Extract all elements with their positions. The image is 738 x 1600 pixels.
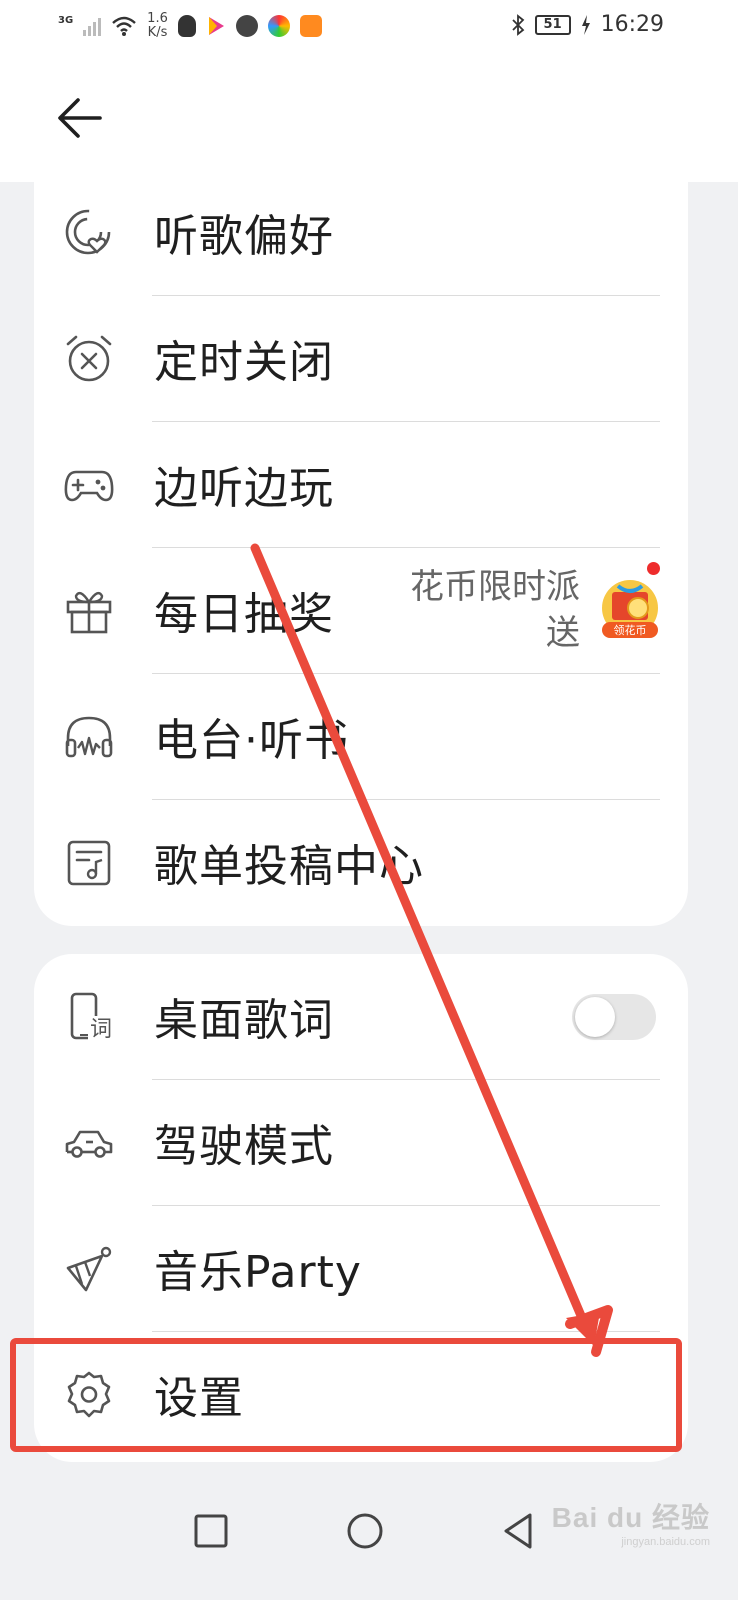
- phone-lyric-icon: 词: [70, 992, 114, 1042]
- menu-item-driving-mode[interactable]: 驾驶模式: [34, 1080, 688, 1206]
- speed-unit: K/s: [147, 25, 168, 40]
- network-type: 3G: [58, 14, 74, 26]
- speed-value: 1.6: [147, 11, 168, 26]
- browser-icon: [235, 15, 258, 37]
- signal-icon: [83, 16, 102, 36]
- status-right: 51 16:29: [511, 12, 664, 37]
- battery-level: 51: [534, 14, 571, 35]
- home-button[interactable]: [340, 1506, 390, 1556]
- circle-icon: [347, 1513, 383, 1549]
- status-bar: 3G 1.6 K/s 51 16:29: [0, 0, 738, 56]
- top-bar: 3G 1.6 K/s 51 16:29: [0, 0, 738, 182]
- clock: 16:29: [600, 12, 664, 37]
- promo-text: 花币限时派 送: [360, 564, 580, 656]
- menu-item-play-while-listening[interactable]: 边听边玩: [34, 422, 688, 548]
- watermark: Bai du 经验 jingyan.baidu.com: [552, 1496, 710, 1548]
- network-speed: 1.6 K/s: [147, 12, 168, 40]
- coin-gift-badge-icon: 领花币: [602, 580, 658, 638]
- menu-item-playlist-submission[interactable]: 歌单投稿中心: [34, 800, 688, 926]
- watermark-brand: Bai du 经验: [551, 1502, 710, 1533]
- menu-label: 驾驶模式: [154, 1121, 334, 1172]
- promo-line-2: 送: [546, 613, 580, 653]
- menu-label: 音乐Party: [154, 1247, 362, 1298]
- menu-label: 桌面歌词: [154, 995, 334, 1046]
- gamepad-icon: [64, 470, 114, 502]
- wifi-icon: [112, 16, 136, 36]
- menu-item-listening-preference[interactable]: 听歌偏好: [34, 170, 688, 296]
- menu-item-daily-lottery[interactable]: 每日抽奖 花币限时派 送 领花币: [34, 548, 688, 674]
- alarm-clock-icon: [66, 335, 112, 382]
- menu-label: 电台·听书: [154, 715, 349, 766]
- play-app-icon: [299, 15, 322, 37]
- video-app-icon: [208, 17, 224, 35]
- menu-label: 听歌偏好: [154, 211, 334, 262]
- arrow-left-icon: [58, 98, 102, 138]
- desktop-lyrics-toggle[interactable]: [572, 994, 656, 1040]
- notification-dot: [647, 562, 660, 575]
- menu-item-music-party[interactable]: 音乐Party: [34, 1206, 688, 1332]
- menu-group-1: 听歌偏好 定时关闭 边听边玩 每日抽奖 花币限时派 送 领花币 电台·听书 歌单…: [34, 170, 688, 926]
- watermark-url: jingyan.baidu.com: [621, 1536, 710, 1548]
- menu-item-desktop-lyrics[interactable]: 词 桌面歌词: [34, 954, 688, 1080]
- square-icon: [194, 1514, 228, 1548]
- triangle-back-icon: [504, 1513, 532, 1549]
- recent-apps-button[interactable]: [186, 1506, 236, 1556]
- menu-label: 边听边玩: [154, 463, 334, 514]
- car-icon: [65, 1130, 113, 1158]
- menu-label: 定时关闭: [154, 337, 334, 388]
- menu-label: 歌单投稿中心: [154, 841, 424, 892]
- promo-line-1: 花币限时派: [410, 567, 580, 607]
- bluetooth-icon: [511, 13, 524, 36]
- party-hat-icon: [66, 1246, 112, 1292]
- annotation-highlight-box: [10, 1338, 682, 1452]
- headphone-heart-icon: [65, 209, 111, 255]
- badge-text: 领花币: [614, 624, 647, 637]
- qq-icon: [177, 15, 196, 37]
- menu-item-radio-audiobook[interactable]: 电台·听书: [34, 674, 688, 800]
- colorful-app-icon: [267, 15, 290, 37]
- gift-icon: [66, 591, 112, 634]
- toggle-knob: [575, 997, 615, 1037]
- playlist-note-icon: [67, 840, 111, 886]
- status-left: 3G 1.6 K/s: [58, 12, 322, 40]
- charging-icon: [581, 14, 590, 35]
- menu-item-sleep-timer[interactable]: 定时关闭: [34, 296, 688, 422]
- back-nav-button[interactable]: [494, 1506, 544, 1556]
- radio-headphone-icon: [65, 716, 113, 758]
- lyric-char: 词: [90, 1017, 112, 1042]
- menu-label: 每日抽奖: [154, 589, 334, 640]
- back-button[interactable]: [56, 96, 104, 140]
